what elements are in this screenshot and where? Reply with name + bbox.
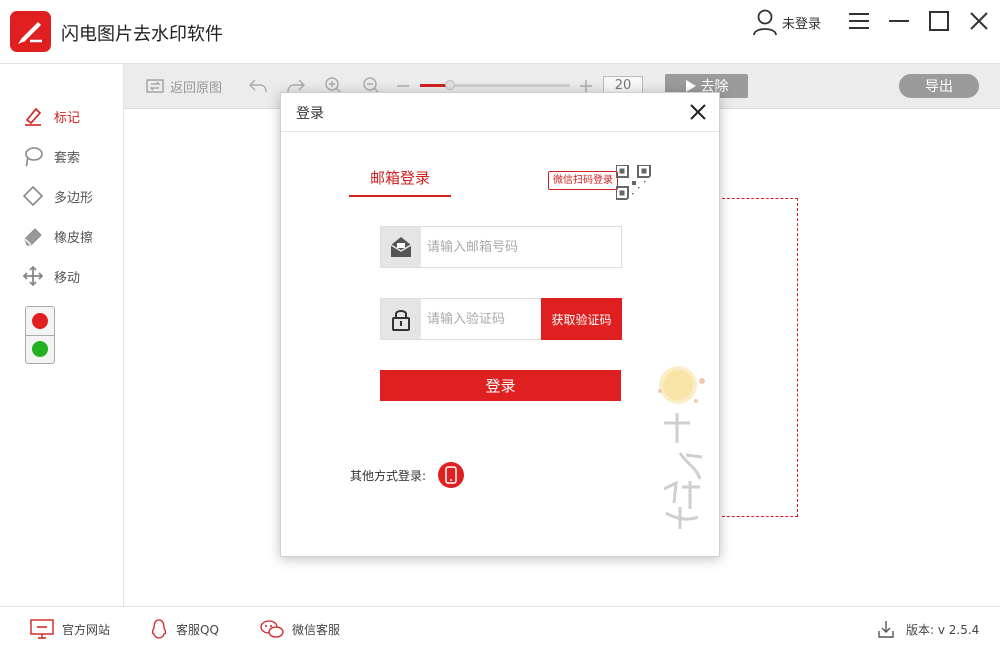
undo-icon xyxy=(249,79,267,93)
wechat-service-label: 微信客服 xyxy=(292,622,341,637)
status-bar: 官方网站 客服QQ 微信客服 版本: v 2.5.4 xyxy=(0,606,1000,650)
title-bar: 闪电图片去水印软件 未登录 xyxy=(0,0,1000,64)
wechat-icon xyxy=(260,620,284,638)
close-icon xyxy=(690,104,706,120)
tool-move[interactable]: 移动 xyxy=(22,263,112,289)
tool-polygon[interactable]: 多边形 xyxy=(22,183,112,209)
other-login-label: 其他方式登录: xyxy=(350,469,427,483)
tool-label: 标记 xyxy=(54,110,81,126)
version-info: 版本: v 2.5.4 xyxy=(876,618,979,640)
brush-size-slider[interactable] xyxy=(420,80,570,90)
customer-qq-link[interactable]: 客服QQ xyxy=(150,618,219,640)
minus-icon xyxy=(397,85,409,87)
minimize-icon xyxy=(889,20,909,22)
close-window-button[interactable] xyxy=(966,8,992,34)
color-green-option[interactable] xyxy=(32,341,48,357)
qq-icon xyxy=(151,619,167,639)
wechat-scan-login-tip[interactable]: 微信扫码登录 xyxy=(548,171,618,190)
mail-icon xyxy=(381,227,421,267)
login-button[interactable]: 登录 xyxy=(380,370,621,401)
selection-outline xyxy=(722,198,798,517)
polygon-icon xyxy=(22,185,44,207)
menu-button[interactable] xyxy=(846,8,872,34)
phone-login-button[interactable] xyxy=(438,462,464,488)
move-icon xyxy=(22,265,44,287)
maximize-button[interactable] xyxy=(926,8,952,34)
maximize-icon xyxy=(929,11,949,31)
tool-eraser[interactable]: 橡皮擦 xyxy=(22,223,112,249)
download-icon xyxy=(878,621,894,638)
user-status-label: 未登录 xyxy=(782,16,822,32)
email-field xyxy=(380,226,622,268)
qr-code-icon[interactable] xyxy=(615,164,652,201)
dialog-header: 登录 xyxy=(281,93,719,132)
color-divider xyxy=(26,335,54,336)
minimize-button[interactable] xyxy=(886,8,912,34)
app-title: 闪电图片去水印软件 xyxy=(61,24,223,45)
tool-label: 多边形 xyxy=(54,190,94,206)
dialog-title: 登录 xyxy=(296,106,324,122)
tool-label: 套索 xyxy=(54,150,81,166)
marker-icon xyxy=(25,107,42,126)
official-website-link[interactable]: 官方网站 xyxy=(30,618,110,640)
user-login-button[interactable]: 未登录 xyxy=(752,8,821,36)
version-label: 版本: v 2.5.4 xyxy=(906,622,980,637)
color-picker xyxy=(25,306,55,364)
plus-icon xyxy=(580,80,592,92)
official-website-label: 官方网站 xyxy=(62,622,111,637)
verification-code-field: 获取验证码 xyxy=(380,298,622,340)
phone-icon xyxy=(445,466,457,484)
dialog-close-button[interactable] xyxy=(687,101,709,123)
lock-icon xyxy=(381,299,421,339)
email-input[interactable] xyxy=(421,227,621,267)
tool-label: 橡皮擦 xyxy=(54,230,94,246)
color-red-option[interactable] xyxy=(32,313,48,329)
monitor-icon xyxy=(30,619,54,639)
undo-button[interactable] xyxy=(248,76,268,96)
slider-handle[interactable] xyxy=(445,80,455,90)
get-code-button[interactable]: 获取验证码 xyxy=(541,298,622,340)
restore-original-button[interactable]: 返回原图 xyxy=(146,76,222,96)
login-dialog: 登录 邮箱登录 微信扫码登录 请输入邮箱号码 请输入验证码 获取验证码 登录 其… xyxy=(280,92,720,557)
lasso-icon xyxy=(25,147,43,167)
customer-qq-label: 客服QQ xyxy=(176,622,219,637)
wechat-service-link[interactable]: 微信客服 xyxy=(260,618,340,640)
tool-label: 移动 xyxy=(54,270,81,286)
tool-lasso[interactable]: 套索 xyxy=(22,143,112,169)
deco-char-1: 中秋快乐 xyxy=(662,421,710,449)
menu-icon xyxy=(849,13,869,29)
tab-email-login[interactable]: 邮箱登录 xyxy=(349,165,451,197)
play-icon xyxy=(685,80,696,92)
user-icon xyxy=(753,9,777,36)
eraser-icon xyxy=(24,228,42,246)
tool-marker[interactable]: 标记 xyxy=(22,103,112,129)
export-button[interactable]: 导出 xyxy=(899,74,979,98)
mid-autumn-decoration: 中秋快乐 xyxy=(656,363,710,533)
restore-icon xyxy=(146,79,164,93)
tool-panel: 标记 套索 多边形 橡皮擦 移动 xyxy=(0,64,124,606)
close-icon xyxy=(970,12,988,30)
app-logo xyxy=(10,11,51,52)
verification-code-input[interactable] xyxy=(421,299,539,339)
restore-original-label: 返回原图 xyxy=(170,80,223,96)
